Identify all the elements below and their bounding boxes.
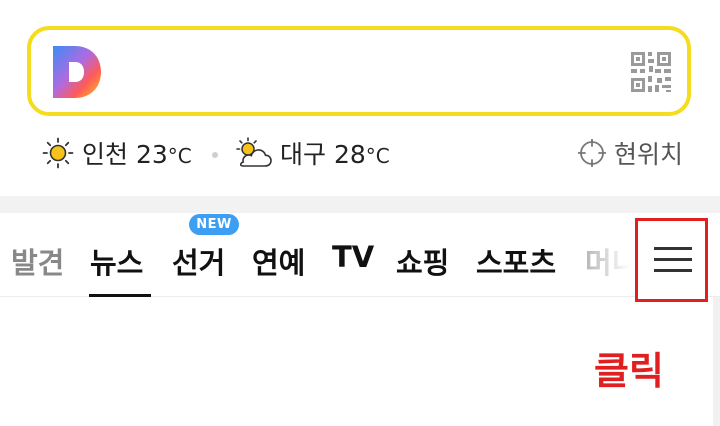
tab-news[interactable]: 뉴스 [90, 240, 143, 282]
menu-highlight-box [635, 218, 708, 302]
partly-cloudy-icon [236, 137, 272, 167]
tab-election[interactable]: 선거 [172, 240, 225, 282]
search-box[interactable] [27, 26, 691, 116]
tab-discover[interactable]: 발견 [11, 240, 64, 282]
weather-row: 인천 23°C 대구 28°C 현위치 [0, 130, 720, 176]
weather-text-incheon: 인천 23°C [82, 140, 192, 169]
new-badge: NEW [189, 214, 239, 235]
section-divider [0, 196, 720, 213]
daum-d-logo-icon [53, 46, 101, 98]
crosshair-icon [578, 139, 606, 167]
weather-text-daegu: 대구 28°C [280, 140, 390, 169]
active-tab-indicator [89, 294, 151, 297]
sun-icon [42, 137, 74, 169]
tab-shopping[interactable]: 쇼핑 [396, 240, 449, 282]
weather-item-daegu[interactable]: 대구 28°C [234, 137, 390, 169]
tab-entertainment[interactable]: 연예 [252, 240, 305, 282]
category-tab-bar: 발견 뉴스 선거 NEW 연예 TV 쇼핑 스포츠 머니 [0, 213, 720, 302]
tab-sports[interactable]: 스포츠 [476, 240, 556, 282]
click-annotation: 클릭 [594, 349, 664, 393]
separator-dot [212, 152, 218, 158]
current-location-label: 현위치 [614, 140, 684, 169]
tab-tv[interactable]: TV [332, 240, 374, 274]
tab-fade-overlay [588, 213, 638, 296]
weather-item-incheon[interactable]: 인천 23°C [42, 137, 192, 169]
hamburger-menu-icon[interactable] [654, 247, 692, 273]
qr-code-icon[interactable] [631, 52, 671, 92]
current-location-button[interactable]: 현위치 [578, 138, 684, 169]
scrollbar-track [713, 297, 720, 426]
